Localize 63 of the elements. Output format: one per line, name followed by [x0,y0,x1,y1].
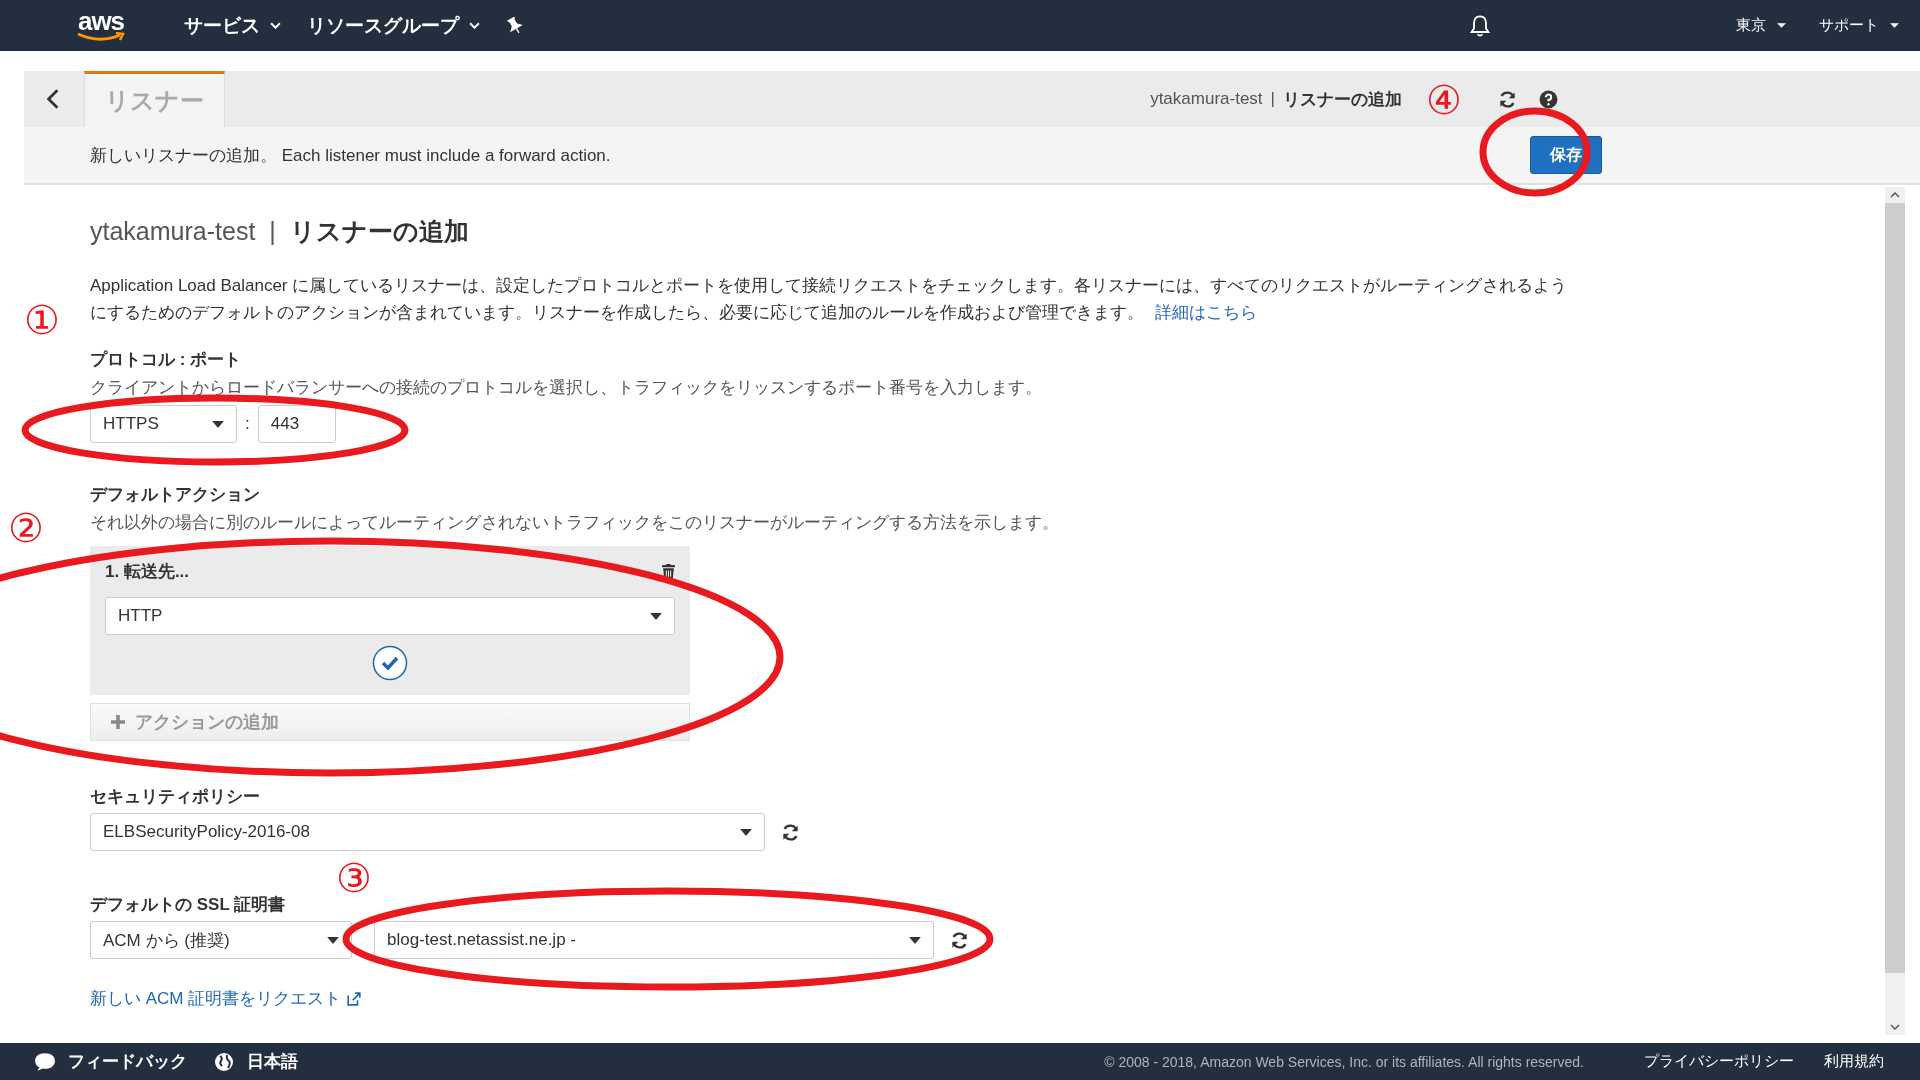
trash-icon[interactable] [662,564,675,579]
breadcrumb-page: リスナーの追加 [1283,88,1402,111]
caret-icon [740,828,752,836]
protocol-select[interactable]: HTTPS [90,405,237,443]
scroll-up-icon[interactable] [1890,191,1900,199]
support-menu[interactable]: サポート [1819,16,1900,35]
caret-icon [327,936,339,944]
scroll-down-icon[interactable] [1890,1023,1900,1031]
globe-icon [213,1051,235,1072]
description-text: Application Load Balancer に属しているリスナーは、設定したプロトコルとポートを使用して接続リクエストをチェックします。各リスナーには、すべてのリクエストがルーティングされるようにするためのデフォルトのアクションが含まれています。リスナーを作成したら、必要に応じて追加のルールを作成および管理できます。 詳細はこちら [90,275,1569,324]
annotation-number: ④ [1426,80,1462,120]
field-hint: クライアントからロードバランサーへの接続のプロトコルを選択し、トラフィックをリッスンするポート番号を入力します。 [90,377,1043,399]
field-label: プロトコル : ポート [90,349,243,371]
aws-logo[interactable]: aws [74,9,128,42]
nav-menu[interactable]: サービス [184,12,281,39]
back-icon[interactable] [46,88,60,110]
refresh-icon[interactable] [950,930,969,950]
field-label: デフォルトアクション [90,484,261,506]
breadcrumb-separator: | [1270,89,1275,109]
save-button[interactable]: 保存 [1530,136,1602,174]
feedback-link[interactable]: フィードバック [68,1050,187,1073]
colon-separator: : [245,414,250,434]
request-certificate-link[interactable]: 新しい ACM 証明書をリクエスト [90,987,362,1010]
region-menu[interactable]: 東京 [1736,16,1787,35]
action-title: 1. 転送先... [105,561,190,583]
certificate-select[interactable]: blog-test.netassist.ne.jp - [374,921,934,959]
pin-icon[interactable] [506,16,524,35]
external-link-icon [347,991,362,1006]
action-select[interactable]: HTTP [105,597,675,635]
annotation-number: ① [24,300,60,340]
copyright-text: © 2008 - 2018, Amazon Web Services, Inc. or its affiliates. All rights reserved. [1104,1053,1584,1070]
security-policy-select[interactable]: ELBSecurityPolicy-2016-08 [90,813,765,851]
caret-icon [909,936,921,944]
refresh-icon[interactable] [1498,89,1517,109]
learn-more-link[interactable]: 詳細はこちら [1154,303,1257,322]
breadcrumb-name: ytakamura-test [1150,89,1263,109]
annotation-number: ② [8,508,44,548]
footer-link[interactable]: 利用規約 [1824,1052,1884,1071]
caret-icon [650,612,662,620]
nav-menu[interactable]: リソースグループ [307,12,480,39]
caret-icon [1776,22,1787,29]
confirm-check-icon[interactable] [372,645,408,681]
refresh-icon[interactable] [781,822,800,842]
info-message: 新しいリスナーの追加。 Each listener must include a forward action. [90,144,611,167]
title-separator: | [269,217,276,246]
field-label: デフォルトの SSL 証明書 [90,894,287,916]
bell-icon[interactable] [1468,13,1492,38]
footer-link[interactable]: プライバシーポリシー [1644,1052,1794,1071]
plus-icon [111,715,125,729]
field-label: セキュリティポリシー [90,786,261,808]
help-icon[interactable] [1539,89,1558,109]
load-balancer-name: ytakamura-test [90,217,256,246]
caret-icon [212,420,224,428]
chevron-down-icon [270,22,281,29]
annotation-number: ③ [336,858,372,898]
page-title: リスナーの追加 [289,216,469,247]
caret-icon [1889,22,1900,29]
chevron-down-icon [469,22,480,29]
field-hint: それ以外の場合に別のルールによってルーティングされないトラフィックをこのリスナーがルーティングする方法を示します。 [90,512,1060,534]
chat-bubble-icon [34,1051,56,1072]
language-link[interactable]: 日本語 [247,1050,298,1073]
certificate-source-select[interactable]: ACM から (推奨) [90,921,352,959]
port-input[interactable]: 443 [257,405,336,443]
